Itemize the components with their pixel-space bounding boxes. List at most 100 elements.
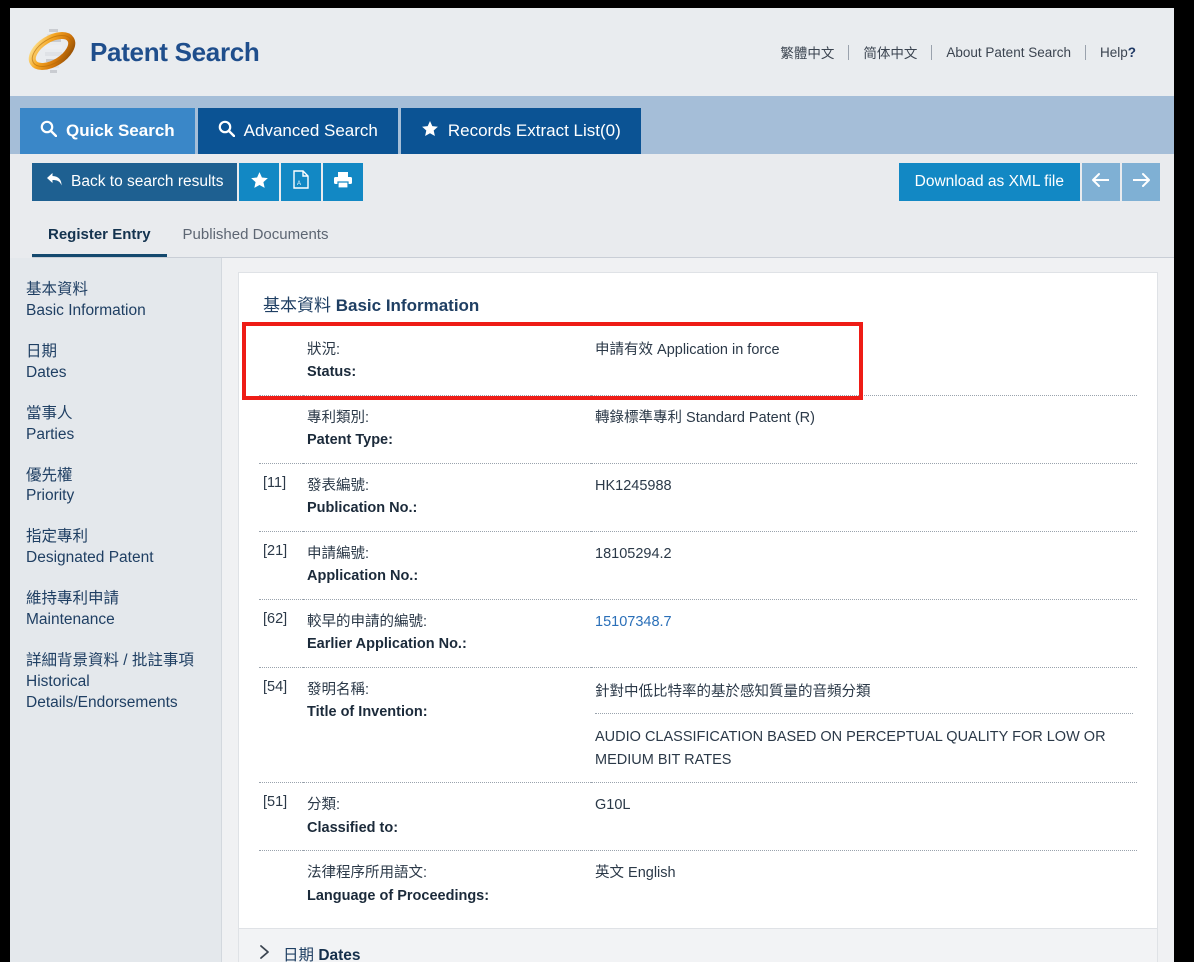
title-en-value: AUDIO CLASSIFICATION BASED ON PERCEPTUAL… — [595, 713, 1133, 771]
sidebar-item-priority[interactable]: 優先權 Priority — [26, 466, 205, 508]
lang-simplified-chinese-link[interactable]: 简体中文 — [849, 42, 931, 62]
arrow-right-icon — [1131, 172, 1151, 193]
site-header: Patent Search 繁體中文 简体中文 About Patent Sea… — [10, 8, 1174, 96]
row-label: 發表編號: Publication No.: — [303, 462, 591, 532]
title-zh-value: 針對中低比特率的基於感知質量的音頻分類 — [595, 683, 871, 700]
sidebar-item-label-zh: 日期 — [26, 342, 58, 360]
dates-section-title: 日期 Dates — [283, 943, 361, 962]
arrow-left-icon — [1091, 172, 1111, 193]
row-code: [54] — [259, 666, 303, 783]
sidebar-item-historical-details[interactable]: 詳細背景資料 / 批註事項 Historical Details/Endorse… — [26, 651, 205, 714]
row-label-zh: 法律程序所用語文: — [307, 865, 428, 882]
tab-label: Records Extract List(0) — [447, 121, 621, 140]
next-record-button[interactable] — [1122, 163, 1160, 201]
chevron-right-icon — [259, 944, 271, 962]
tab-label: Quick Search — [66, 121, 175, 140]
row-code — [259, 328, 303, 395]
sidebar-item-dates[interactable]: 日期 Dates — [26, 342, 205, 384]
row-label-en: Application No.: — [307, 568, 419, 585]
search-icon — [40, 120, 58, 142]
subtab-published-documents[interactable]: Published Documents — [167, 210, 345, 258]
sidebar-item-label-zh: 優先權 — [26, 466, 73, 484]
row-label-en: Earlier Application No.: — [307, 636, 467, 653]
add-to-extract-list-button[interactable] — [239, 163, 280, 201]
sidebar-item-label-en: Historical Details/Endorsements — [26, 672, 178, 711]
section-navigation-sidebar: 基本資料 Basic Information 日期 Dates 當事人 Part… — [10, 258, 222, 962]
table-row: 狀況: Status: 申請有效 Application in force — [259, 328, 1137, 395]
row-label-en: Language of Proceedings: — [307, 887, 490, 904]
tab-records-extract-list[interactable]: Records Extract List(0) — [400, 108, 641, 154]
row-label: 較早的申請的編號: Earlier Application No.: — [303, 598, 591, 668]
row-code: [51] — [259, 782, 303, 851]
sidebar-item-label-zh: 當事人 — [26, 404, 73, 422]
page-body: 基本資料 Basic Information 日期 Dates 當事人 Part… — [10, 258, 1174, 962]
row-code: [21] — [259, 530, 303, 600]
row-value: HK1245988 — [591, 462, 1137, 532]
row-label-en: Title of Invention: — [307, 704, 428, 721]
lang-traditional-chinese-link[interactable]: 繁體中文 — [766, 42, 848, 62]
help-link[interactable]: Help? — [1086, 45, 1150, 60]
row-label: 分類: Classified to: — [303, 782, 591, 851]
svg-text:A: A — [297, 181, 301, 187]
row-label-en: Patent Type: — [307, 432, 393, 449]
row-label: 發明名稱: Title of Invention: — [303, 666, 591, 783]
subtab-label: Published Documents — [182, 225, 329, 243]
tab-advanced-search[interactable]: Advanced Search — [197, 108, 398, 154]
sidebar-item-label-zh: 基本資料 — [26, 281, 89, 298]
basic-information-table: 狀況: Status: 申請有效 Application in force 專利… — [259, 328, 1137, 918]
row-label-zh: 分類: — [307, 797, 341, 814]
export-pdf-button[interactable]: A — [281, 163, 322, 201]
back-to-search-results-button[interactable]: Back to search results — [32, 163, 238, 201]
subtab-register-entry[interactable]: Register Entry — [32, 210, 167, 258]
about-patent-search-link[interactable]: About Patent Search — [932, 45, 1085, 60]
sidebar-item-label-en: Designated Patent — [26, 549, 154, 567]
sidebar-item-label-en: Dates — [26, 363, 67, 381]
sidebar-item-label-zh: 詳細背景資料 / 批註事項 — [26, 652, 194, 670]
sidebar-item-basic-information[interactable]: 基本資料 Basic Information — [26, 280, 205, 322]
table-row: [21] 申請編號: Application No.: 18105294.2 — [259, 530, 1137, 600]
row-value: 15107348.7 — [591, 598, 1137, 668]
row-label: 申請編號: Application No.: — [303, 530, 591, 600]
row-label-zh: 發表編號: — [307, 477, 370, 494]
sidebar-item-maintenance[interactable]: 維持專利申請 Maintenance — [26, 589, 205, 631]
printer-icon — [333, 171, 353, 194]
row-label-zh: 專利類別: — [307, 409, 370, 426]
table-row: 法律程序所用語文: Language of Proceedings: 英文 En… — [259, 850, 1137, 918]
help-question-icon: ? — [1127, 44, 1136, 60]
header-links: 繁體中文 简体中文 About Patent Search Help? — [766, 42, 1150, 62]
row-label: 專利類別: Patent Type: — [303, 394, 591, 464]
print-button[interactable] — [323, 163, 364, 201]
row-code: [62] — [259, 598, 303, 668]
sidebar-item-label-zh: 維持專利申請 — [26, 590, 120, 608]
sidebar-item-label-zh: 指定專利 — [26, 528, 89, 546]
tab-quick-search[interactable]: Quick Search — [20, 108, 195, 154]
card-title-en: Basic Information — [335, 296, 480, 315]
dates-section-header[interactable]: 日期 Dates — [238, 928, 1158, 962]
earlier-application-link[interactable]: 15107348.7 — [595, 614, 672, 630]
basic-information-card: 基本資料 Basic Information 狀況: Status: 申請有效 … — [238, 272, 1158, 929]
row-label-zh: 申請編號: — [307, 545, 370, 562]
site-logo[interactable]: Patent Search — [24, 24, 260, 80]
download-xml-button[interactable]: Download as XML file — [898, 163, 1080, 201]
sidebar-item-parties[interactable]: 當事人 Parties — [26, 404, 205, 446]
row-label-zh: 發明名稱: — [307, 681, 370, 698]
sidebar-item-label-en: Basic Information — [26, 301, 146, 319]
table-row: [51] 分類: Classified to: G10L — [259, 782, 1137, 851]
help-label: Help — [1099, 44, 1128, 60]
previous-record-button[interactable] — [1082, 163, 1120, 201]
row-code — [259, 394, 303, 464]
pdf-file-icon: A — [293, 170, 310, 194]
row-label: 法律程序所用語文: Language of Proceedings: — [303, 850, 591, 918]
subtab-label: Register Entry — [48, 225, 151, 243]
star-icon — [250, 171, 269, 194]
sidebar-item-label-en: Maintenance — [26, 611, 115, 629]
table-row: [11] 發表編號: Publication No.: HK1245988 — [259, 462, 1137, 532]
toolbar-left-group: Back to search results A — [32, 163, 364, 201]
row-label-en: Classified to: — [307, 819, 399, 836]
row-label-en: Status: — [307, 364, 357, 381]
sidebar-item-designated-patent[interactable]: 指定專利 Designated Patent — [26, 527, 205, 569]
basic-information-title: 基本資料 Basic Information — [263, 291, 1137, 316]
row-value: 英文 English — [591, 850, 1137, 918]
row-value: 轉錄標準專利 Standard Patent (R) — [591, 394, 1137, 464]
back-arrow-icon — [46, 172, 63, 192]
